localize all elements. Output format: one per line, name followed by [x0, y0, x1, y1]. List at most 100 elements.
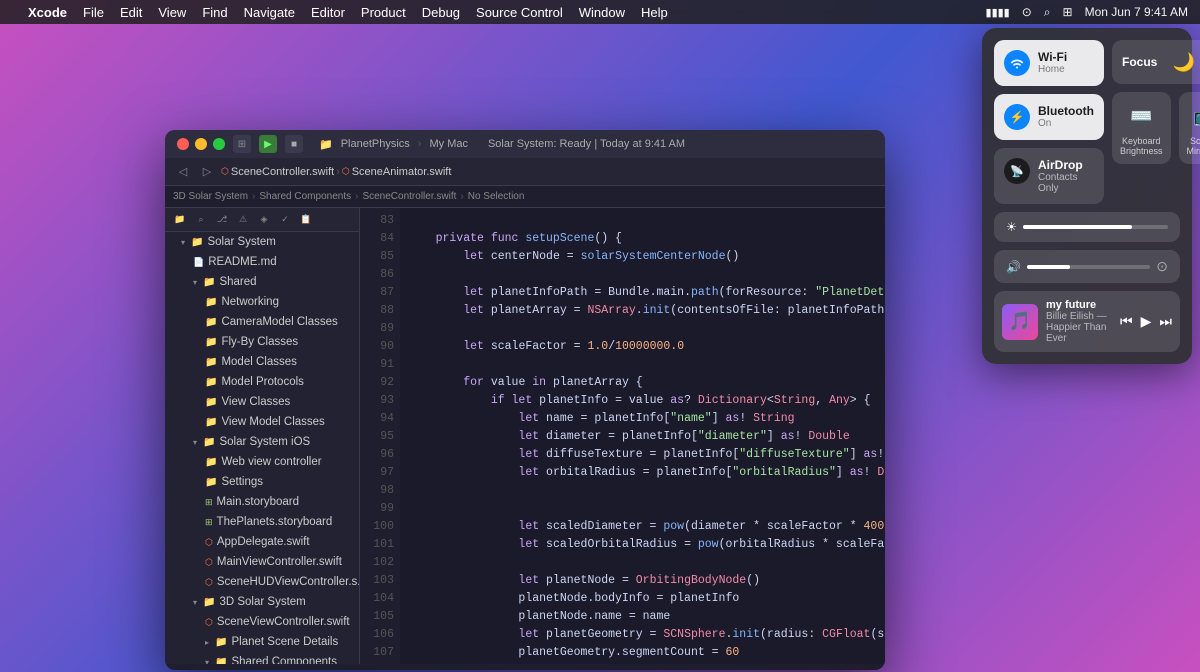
battery-icon: ▮▮▮▮: [986, 6, 1010, 19]
xcode-window: ⊞ ▶ ■ 📁 PlanetPhysics › My Mac Solar Sys…: [165, 130, 885, 670]
cc-tile-screen-mirroring[interactable]: 📺 Screen Mirroring: [1179, 92, 1200, 164]
nav-item-solar-system[interactable]: ▾ 📁 Solar System: [165, 232, 359, 252]
nav-test-btn[interactable]: ✓: [276, 212, 294, 228]
breadcrumb-file2[interactable]: SceneAnimator.swift: [352, 166, 452, 178]
nav-item-3dsolarsystem[interactable]: ▾ 📁 3D Solar System: [165, 592, 359, 612]
nav-label: Networking: [221, 296, 279, 308]
nav-item-shared-components[interactable]: ▾ 📁 Shared Components: [165, 652, 359, 664]
breadcrumb-3dsolarsystem[interactable]: 3D Solar System: [173, 191, 248, 202]
prev-track-button[interactable]: ⏮: [1120, 313, 1133, 330]
folder-icon: 📁: [205, 477, 217, 488]
nav-label: Shared: [219, 276, 256, 288]
bluetooth-subtitle: On: [1038, 118, 1094, 129]
chevron-right-icon: ▸: [205, 638, 209, 647]
layout-toggle[interactable]: ⊞: [233, 135, 251, 153]
play-pause-button[interactable]: ▶: [1141, 313, 1152, 330]
menu-source-control[interactable]: Source Control: [476, 5, 563, 20]
nav-item-flyby[interactable]: 📁 Fly-By Classes: [165, 332, 359, 352]
brightness-track[interactable]: [1023, 225, 1168, 229]
cc-tile-airdrop[interactable]: 📡 AirDrop Contacts Only: [994, 148, 1104, 204]
project-name: PlanetPhysics: [341, 138, 410, 150]
menu-help[interactable]: Help: [641, 5, 668, 20]
nav-item-planetscenedetails[interactable]: ▸ 📁 Planet Scene Details: [165, 632, 359, 652]
control-center-icon[interactable]: ⊞: [1063, 5, 1073, 19]
nav-label: Solar System: [207, 236, 275, 248]
nav-item-theplanets[interactable]: ⊞ ThePlanets.storyboard: [165, 512, 359, 532]
nav-breakpoint-btn[interactable]: ◈: [255, 212, 273, 228]
nav-item-shared[interactable]: ▾ 📁 Shared: [165, 272, 359, 292]
chevron-right-icon: ›: [418, 138, 422, 150]
menu-edit[interactable]: Edit: [120, 5, 142, 20]
nav-item-webviewcontroller[interactable]: 📁 Web view controller: [165, 452, 359, 472]
chevron-down-icon: ▾: [181, 238, 185, 247]
folder-icon: 📁: [205, 317, 217, 328]
volume-track[interactable]: [1027, 265, 1150, 269]
nav-git-btn[interactable]: ⎇: [213, 212, 231, 228]
menu-view[interactable]: View: [158, 5, 186, 20]
breadcrumb-scenecontroller[interactable]: SceneController.swift: [362, 191, 456, 202]
nav-item-viewmodelclasses[interactable]: 📁 View Model Classes: [165, 412, 359, 432]
cc-tile-keyboard-brightness[interactable]: ⌨️ Keyboard Brightness: [1112, 92, 1171, 164]
breadcrumb-no-selection: No Selection: [468, 191, 525, 202]
line-numbers: 83 84 85 86 87 88 89 90 91 92 93 94 95 9…: [360, 208, 400, 664]
menu-editor[interactable]: Editor: [311, 5, 345, 20]
folder-icon: 📁: [203, 277, 215, 288]
run-button[interactable]: ▶: [259, 135, 277, 153]
breadcrumb-shared-components[interactable]: Shared Components: [259, 191, 351, 202]
minimize-button[interactable]: [195, 138, 207, 150]
nav-item-mainviewcontroller[interactable]: ⬡ MainViewController.swift: [165, 552, 359, 572]
nav-item-solarsystemios[interactable]: ▾ 📁 Solar System iOS: [165, 432, 359, 452]
nav-item-mainstoryboard[interactable]: ⊞ Main.storyboard: [165, 492, 359, 512]
menu-window[interactable]: Window: [579, 5, 625, 20]
nav-item-modelclasses[interactable]: 📁 Model Classes: [165, 352, 359, 372]
cc-tile-wifi-header: Wi-Fi Home: [1004, 50, 1094, 76]
menu-navigate[interactable]: Navigate: [244, 5, 295, 20]
search-icon[interactable]: ⌕: [1044, 5, 1051, 20]
nav-warning-btn[interactable]: ⚠: [234, 212, 252, 228]
breadcrumb-bar: ⬡ SceneController.swift › ⬡ SceneAnimato…: [221, 166, 877, 178]
next-track-button[interactable]: ⏭: [1159, 313, 1172, 330]
song-info: my future Billie Eilish — Happier Than E…: [1046, 299, 1112, 344]
airplay-icon[interactable]: ⊙: [1156, 258, 1168, 275]
folder-icon: 📁: [215, 637, 227, 648]
nav-item-scenehud[interactable]: ⬡ SceneHUDViewController.s...: [165, 572, 359, 592]
menu-find[interactable]: Find: [202, 5, 227, 20]
nav-item-sceneviewcontroller[interactable]: ⬡ SceneViewController.swift: [165, 612, 359, 632]
stop-button[interactable]: ■: [285, 135, 303, 153]
nav-search-btn[interactable]: ⌕: [192, 212, 210, 228]
album-art: 🎵: [1002, 304, 1038, 340]
nav-label: Fly-By Classes: [221, 336, 298, 348]
close-button[interactable]: [177, 138, 189, 150]
nav-back-button[interactable]: ◁: [173, 162, 193, 182]
nav-item-modelprotocols[interactable]: 📁 Model Protocols: [165, 372, 359, 392]
nav-item-readme[interactable]: 📄 README.md: [165, 252, 359, 272]
wifi-icon[interactable]: ⊙: [1022, 5, 1032, 19]
code-editor[interactable]: 83 84 85 86 87 88 89 90 91 92 93 94 95 9…: [360, 208, 885, 664]
nav-item-networking[interactable]: 📁 Networking: [165, 292, 359, 312]
nav-label: SceneHUDViewController.s...: [217, 576, 359, 588]
desktop: Xcode File Edit View Find Navigate Edito…: [0, 0, 1200, 672]
folder-icon: 📁: [319, 138, 333, 151]
nav-item-viewclasses[interactable]: 📁 View Classes: [165, 392, 359, 412]
nav-item-cameramodel[interactable]: 📁 CameraModel Classes: [165, 312, 359, 332]
fullscreen-button[interactable]: [213, 138, 225, 150]
nav-forward-button[interactable]: ▷: [197, 162, 217, 182]
breadcrumb-file1[interactable]: SceneController.swift: [231, 166, 334, 178]
nav-item-appdelegate[interactable]: ⬡ AppDelegate.swift: [165, 532, 359, 552]
cc-tile-bluetooth[interactable]: ⚡ Bluetooth On: [994, 94, 1104, 140]
nav-report-btn[interactable]: 📋: [297, 212, 315, 228]
menu-file[interactable]: File: [83, 5, 104, 20]
nav-folder-btn[interactable]: 📁: [171, 212, 189, 228]
nav-item-settings[interactable]: 📁 Settings: [165, 472, 359, 492]
code-area[interactable]: 83 84 85 86 87 88 89 90 91 92 93 94 95 9…: [360, 208, 885, 664]
menu-debug[interactable]: Debug: [422, 5, 460, 20]
volume-fill: [1027, 265, 1070, 269]
menu-product[interactable]: Product: [361, 5, 406, 20]
menu-xcode[interactable]: Xcode: [28, 5, 67, 20]
brightness-fill: [1023, 225, 1132, 229]
cc-tile-wifi[interactable]: Wi-Fi Home: [994, 40, 1104, 86]
cc-tile-focus[interactable]: Focus 🌙 ↖: [1112, 40, 1200, 84]
wifi-text: Wi-Fi Home: [1038, 50, 1094, 75]
swift-file-icon: ⬡: [221, 166, 229, 177]
airdrop-title: AirDrop: [1038, 158, 1094, 172]
